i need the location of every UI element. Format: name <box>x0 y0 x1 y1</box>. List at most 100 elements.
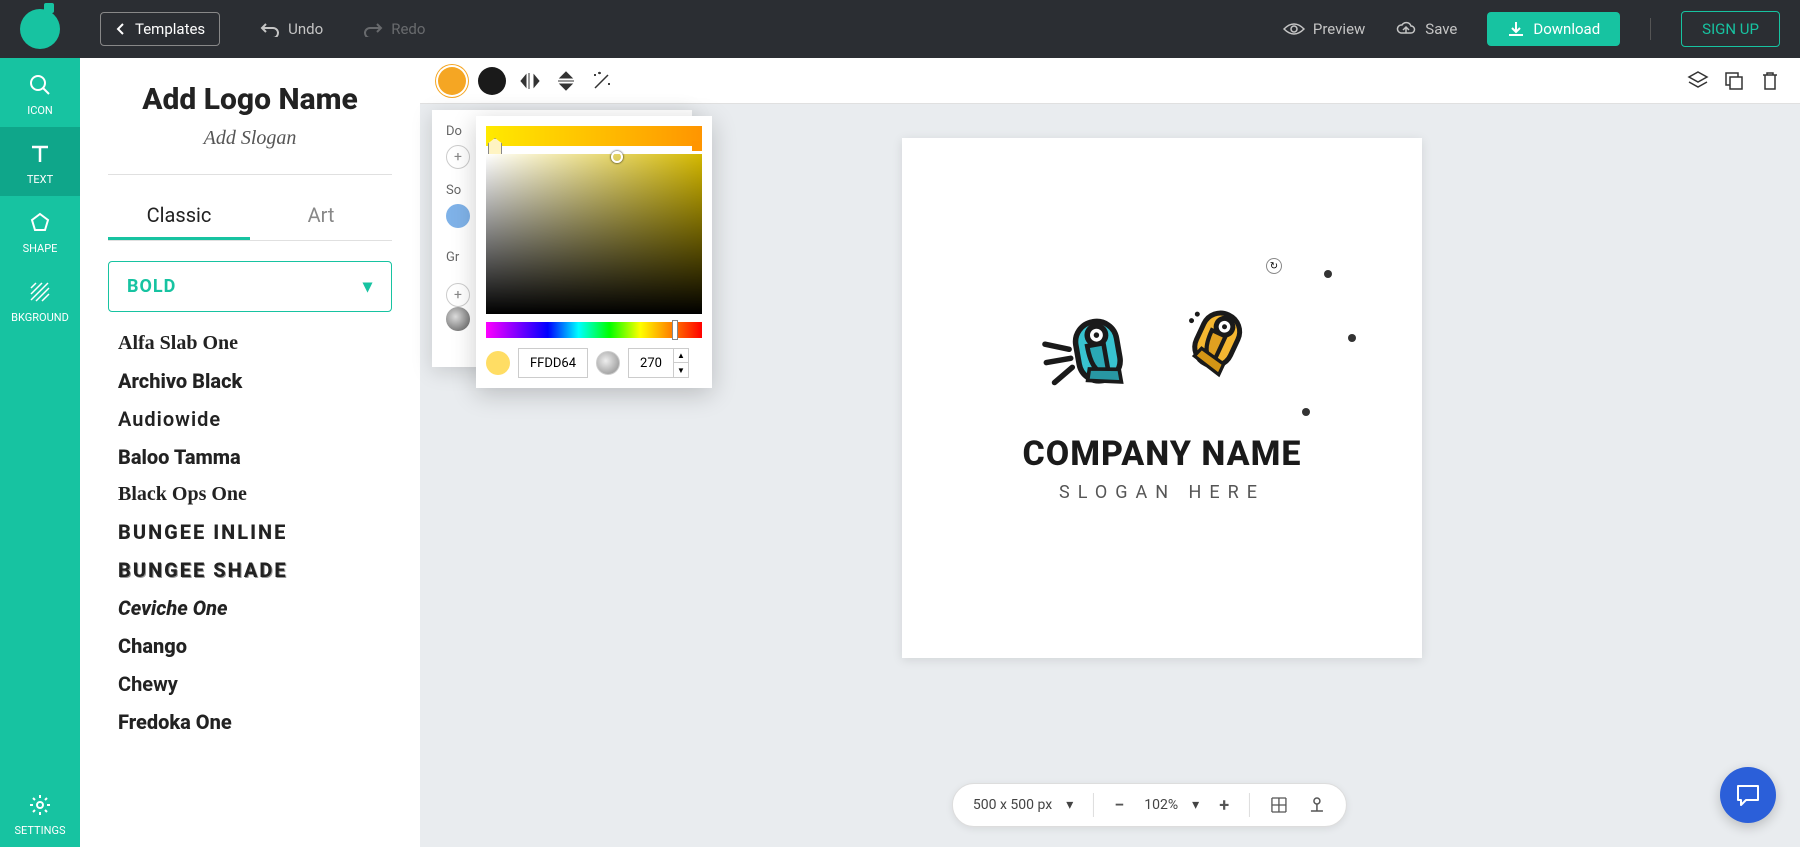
search-icon <box>27 72 53 98</box>
flip-vertical-icon[interactable] <box>554 69 578 93</box>
duplicate-icon[interactable] <box>1722 69 1746 93</box>
font-item[interactable]: Ceviche One <box>118 596 392 620</box>
signup-label: SIGN UP <box>1702 20 1759 38</box>
sidebar: Add Logo Name Add Slogan Classic Art BOL… <box>80 58 420 847</box>
magic-icon[interactable] <box>590 69 614 93</box>
rail-shape-tab[interactable]: SHAPE <box>0 196 80 265</box>
font-item[interactable]: Fredoka One <box>118 710 392 734</box>
layers-icon[interactable] <box>1686 69 1710 93</box>
font-list: Alfa Slab One Archivo Black Audiowide Ba… <box>108 332 392 734</box>
rail-shape-label: SHAPE <box>23 242 58 255</box>
tab-classic[interactable]: Classic <box>108 193 250 240</box>
angle-spinner[interactable]: ▲ ▼ <box>674 348 689 378</box>
zoom-out-button[interactable]: − <box>1114 795 1124 816</box>
undo-label: Undo <box>288 20 323 38</box>
download-icon <box>1507 21 1525 37</box>
undo-button[interactable]: Undo <box>260 20 323 38</box>
canvas-size-select[interactable]: 500 x 500 px ▾ <box>973 797 1073 813</box>
download-button[interactable]: Download <box>1487 12 1620 46</box>
templates-button[interactable]: Templates <box>100 12 220 46</box>
stroke-color-swatch[interactable] <box>478 67 506 95</box>
shape-icon <box>27 210 53 236</box>
resize-handle[interactable] <box>1302 408 1310 416</box>
fill-color-swatch[interactable] <box>438 67 466 95</box>
save-label: Save <box>1425 20 1457 38</box>
current-color-swatch <box>486 351 510 375</box>
download-label: Download <box>1533 20 1600 38</box>
hue-slider[interactable] <box>486 322 702 338</box>
saturation-cursor[interactable] <box>611 151 623 163</box>
chevron-left-icon <box>115 22 127 36</box>
delete-icon[interactable] <box>1758 69 1782 93</box>
flip-horizontal-icon[interactable] <box>518 69 542 93</box>
slogan-text[interactable]: SLOGAN HERE <box>1059 482 1265 503</box>
font-item[interactable]: Black Ops One <box>118 483 392 506</box>
font-weight-select[interactable]: BOLD ▾ <box>108 261 392 312</box>
eye-icon <box>1283 21 1305 37</box>
rail-text-tab[interactable]: TEXT <box>0 127 80 196</box>
resize-handle[interactable] <box>1348 334 1356 342</box>
add-color-button[interactable]: + <box>446 145 470 169</box>
divider <box>1093 793 1094 817</box>
zoom-in-button[interactable]: + <box>1219 795 1229 816</box>
spin-down-icon[interactable]: ▼ <box>674 363 688 377</box>
background-icon <box>27 279 53 305</box>
tab-art[interactable]: Art <box>250 193 392 240</box>
font-item[interactable]: Chango <box>118 634 392 658</box>
caret-down-icon: ▾ <box>1066 797 1073 813</box>
preview-button[interactable]: Preview <box>1283 20 1365 38</box>
rail-bkground-tab[interactable]: BKGROUND <box>0 265 80 334</box>
solid-swatch[interactable] <box>446 204 470 228</box>
zoom-level-label: 102% <box>1144 797 1178 813</box>
chat-button[interactable] <box>1720 767 1776 823</box>
secondary-color-swatch[interactable] <box>596 351 620 375</box>
gradient-strip[interactable] <box>486 126 702 146</box>
saturation-field[interactable] <box>486 154 702 314</box>
save-button[interactable]: Save <box>1395 20 1457 38</box>
redo-button[interactable]: Redo <box>363 20 425 38</box>
selection-handles: ↻ <box>1230 274 1350 414</box>
caret-down-icon: ▾ <box>363 276 373 297</box>
font-tabs: Classic Art <box>108 193 392 241</box>
hex-input[interactable] <box>518 348 588 378</box>
object-toolbar <box>420 58 1800 104</box>
align-icon[interactable] <box>1308 796 1326 814</box>
company-name-text[interactable]: COMPANY NAME <box>1023 434 1302 474</box>
rail-settings-tab[interactable]: SETTINGS <box>0 778 80 847</box>
add-gradient-button[interactable]: + <box>446 283 470 307</box>
font-item[interactable]: Audiowide <box>118 407 392 431</box>
zoom-bar: 500 x 500 px ▾ − 102% ▾ + <box>952 783 1347 827</box>
gradient-swatch[interactable] <box>446 307 470 331</box>
resize-handle[interactable] <box>1324 270 1332 278</box>
divider <box>1249 793 1250 817</box>
logo-name-input[interactable]: Add Logo Name <box>108 82 392 117</box>
font-item[interactable]: Archivo Black <box>118 369 392 393</box>
font-item[interactable]: BUNGEE SHADE <box>118 558 392 582</box>
redo-icon <box>363 21 383 37</box>
whistle-icon-left[interactable] <box>1042 294 1152 404</box>
grid-toggle-icon[interactable] <box>1270 796 1288 814</box>
font-item[interactable]: Chewy <box>118 672 392 696</box>
hue-cursor[interactable] <box>672 320 678 340</box>
angle-input[interactable] <box>628 348 674 378</box>
spin-up-icon[interactable]: ▲ <box>674 349 688 363</box>
rail-text-label: TEXT <box>27 173 53 186</box>
color-picker-panel: ▲ ▼ <box>476 116 712 388</box>
slogan-input[interactable]: Add Slogan <box>108 127 392 150</box>
main: ICON TEXT SHAPE BKGROUND SETTINGS <box>0 58 1800 847</box>
rail-icon-label: ICON <box>27 104 53 117</box>
divider <box>1650 18 1651 40</box>
font-item[interactable]: BUNGEE INLINE <box>118 520 392 544</box>
signup-button[interactable]: SIGN UP <box>1681 11 1780 47</box>
gear-icon <box>27 792 53 818</box>
text-icon <box>27 141 53 167</box>
font-item[interactable]: Baloo Tamma <box>118 445 392 469</box>
font-item[interactable]: Alfa Slab One <box>118 332 392 355</box>
rail-icon-tab[interactable]: ICON <box>0 58 80 127</box>
canvas-size-label: 500 x 500 px <box>973 797 1052 813</box>
zoom-level-select[interactable]: 102% ▾ <box>1144 797 1199 813</box>
gradient-stop-handle[interactable] <box>692 141 702 151</box>
rotate-handle[interactable]: ↻ <box>1266 258 1282 274</box>
artboard[interactable]: COMPANY NAME SLOGAN HERE ↻ <box>902 138 1422 658</box>
caret-down-icon: ▾ <box>1192 797 1199 813</box>
